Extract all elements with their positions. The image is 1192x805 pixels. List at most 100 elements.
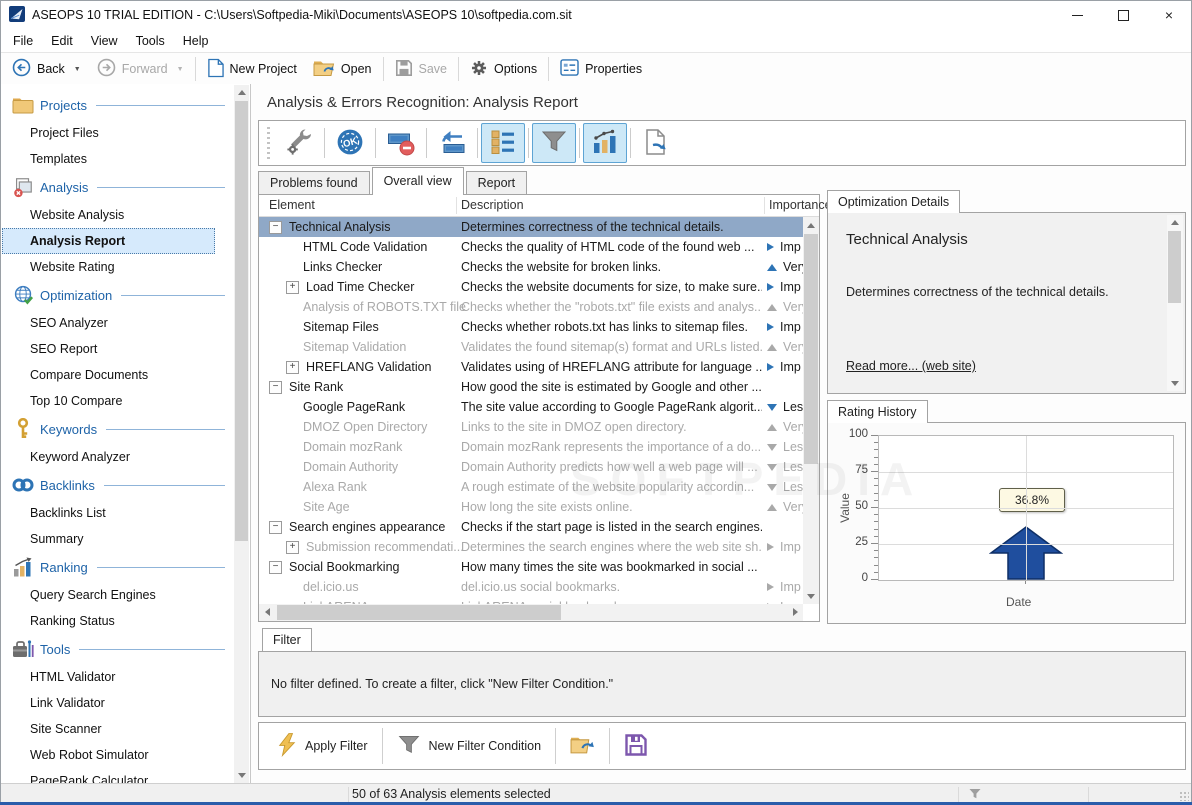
table-row[interactable]: +Load Time CheckerChecks the website doc…	[259, 277, 803, 297]
table-row[interactable]: Google PageRankThe site value according …	[259, 397, 803, 417]
table-row[interactable]: Sitemap FilesChecks whether robots.txt h…	[259, 317, 803, 337]
tab-report[interactable]: Report	[466, 171, 528, 195]
tab-filter[interactable]: Filter	[262, 628, 312, 651]
new-filter-condition-button[interactable]: New Filter Condition	[385, 726, 554, 766]
table-row[interactable]: Domain mozRankDomain mozRank represents …	[259, 437, 803, 457]
tab-rating-history[interactable]: Rating History	[827, 400, 928, 423]
table-row[interactable]: −Search engines appearanceChecks if the …	[259, 517, 803, 537]
ribbon-restore-button[interactable]	[430, 123, 474, 163]
load-filter-button[interactable]	[558, 726, 607, 766]
scrollbar-thumb[interactable]	[804, 234, 818, 464]
sidebar-item-seo-analyzer[interactable]: SEO Analyzer	[0, 310, 233, 336]
scrollbar-thumb[interactable]	[235, 101, 248, 541]
maximize-button[interactable]	[1100, 0, 1146, 30]
scroll-up-icon[interactable]	[1167, 215, 1182, 230]
close-button[interactable]: ×	[1146, 0, 1192, 30]
scroll-down-icon[interactable]	[234, 768, 249, 783]
apply-filter-button[interactable]: Apply Filter	[265, 726, 380, 766]
toolbar-open-button[interactable]: Open	[305, 56, 380, 82]
collapse-icon[interactable]: −	[269, 561, 282, 574]
column-separator[interactable]	[456, 197, 457, 214]
tab-optimization-details[interactable]: Optimization Details	[827, 190, 960, 213]
ribbon-chart-view-button[interactable]	[583, 123, 627, 163]
ribbon-export-button[interactable]	[634, 123, 678, 163]
sidebar-item-summary[interactable]: Summary	[0, 526, 233, 552]
sidebar-item-templates[interactable]: Templates	[0, 146, 233, 172]
tab-problems-found[interactable]: Problems found	[258, 171, 370, 195]
toolbar-properties-button[interactable]: Properties	[552, 56, 650, 82]
scroll-up-icon[interactable]	[803, 217, 819, 233]
scrollbar-thumb[interactable]	[1168, 231, 1181, 303]
menu-tools[interactable]: Tools	[127, 34, 174, 48]
column-header-importance[interactable]: Importance	[769, 198, 832, 212]
scroll-down-icon[interactable]	[1167, 376, 1182, 391]
table-row[interactable]: DMOZ Open DirectoryLinks to the site in …	[259, 417, 803, 437]
scroll-down-icon[interactable]	[803, 588, 819, 604]
menu-file[interactable]: File	[4, 34, 42, 48]
table-row[interactable]: Sitemap ValidationValidates the found si…	[259, 337, 803, 357]
toolbar-save-button[interactable]: Save	[387, 56, 456, 82]
scroll-right-icon[interactable]	[787, 604, 803, 620]
sidebar-item-web-robot-simulator[interactable]: Web Robot Simulator	[0, 742, 233, 768]
table-row[interactable]: Links CheckerChecks the website for brok…	[259, 257, 803, 277]
table-row[interactable]: −Site RankHow good the site is estimated…	[259, 377, 803, 397]
table-row[interactable]: LinkARENALinkARENA social bookmarks.Imp	[259, 597, 803, 604]
sidebar-section-analysis[interactable]: Analysis	[0, 172, 233, 202]
sidebar-section-keywords[interactable]: Keywords	[0, 414, 233, 444]
sidebar-section-ranking[interactable]: Ranking	[0, 552, 233, 582]
sidebar-item-website-rating[interactable]: Website Rating	[0, 254, 233, 280]
collapse-icon[interactable]: −	[269, 381, 282, 394]
sidebar-item-link-validator[interactable]: Link Validator	[0, 690, 233, 716]
menu-edit[interactable]: Edit	[42, 34, 82, 48]
sidebar-section-tools[interactable]: Tools	[0, 634, 233, 664]
tree-horizontal-scrollbar[interactable]	[259, 604, 803, 621]
chevron-down-icon[interactable]: ▼	[74, 66, 81, 73]
sidebar-section-projects[interactable]: Projects	[0, 90, 233, 120]
table-row[interactable]: Site AgeHow long the site exists online.…	[259, 497, 803, 517]
toolbar-options-button[interactable]: Options	[462, 56, 545, 82]
resize-grip[interactable]	[1179, 791, 1189, 801]
sidebar-item-website-analysis[interactable]: Website Analysis	[0, 202, 233, 228]
menu-view[interactable]: View	[82, 34, 127, 48]
expand-icon[interactable]: +	[286, 281, 299, 294]
sidebar-item-query-search-engines[interactable]: Query Search Engines	[0, 582, 233, 608]
sidebar-item-ranking-status[interactable]: Ranking Status	[0, 608, 233, 634]
sidebar-item-pagerank-calculator[interactable]: PageRank Calculator	[0, 768, 233, 784]
sidebar-item-site-scanner[interactable]: Site Scanner	[0, 716, 233, 742]
toolbar-drag-handle[interactable]	[267, 127, 270, 159]
sidebar-item-compare-documents[interactable]: Compare Documents	[0, 362, 233, 388]
collapse-icon[interactable]: −	[269, 521, 282, 534]
column-header-element[interactable]: Element	[269, 198, 315, 212]
sidebar-item-html-validator[interactable]: HTML Validator	[0, 664, 233, 690]
ribbon-filter-view-button[interactable]	[532, 123, 576, 163]
save-filter-button[interactable]	[612, 726, 660, 766]
sidebar-section-backlinks[interactable]: Backlinks	[0, 470, 233, 500]
scroll-up-icon[interactable]	[234, 85, 249, 100]
toolbar-back-button[interactable]: Back▼	[4, 56, 89, 82]
table-row[interactable]: del.icio.usdel.icio.us social bookmarks.…	[259, 577, 803, 597]
ribbon-remove-button[interactable]	[379, 123, 423, 163]
table-row[interactable]: Domain AuthorityDomain Authority predict…	[259, 457, 803, 477]
ribbon-settings-button[interactable]	[277, 123, 321, 163]
read-more-link[interactable]: Read more... (web site)	[846, 359, 976, 373]
sidebar-section-optimization[interactable]: Optimization	[0, 280, 233, 310]
table-row[interactable]: Analysis of ROBOTS.TXT fileChecks whethe…	[259, 297, 803, 317]
ribbon-mark-ok-button[interactable]: OK	[328, 123, 372, 163]
table-row[interactable]: +Submission recommendati...Determines th…	[259, 537, 803, 557]
expand-icon[interactable]: +	[286, 361, 299, 374]
tree-vertical-scrollbar[interactable]	[803, 217, 819, 604]
details-scrollbar[interactable]	[1167, 215, 1183, 391]
table-row[interactable]: Alexa RankA rough estimate of the websit…	[259, 477, 803, 497]
sidebar-item-keyword-analyzer[interactable]: Keyword Analyzer	[0, 444, 233, 470]
column-separator[interactable]	[764, 197, 765, 214]
table-row[interactable]: −Social BookmarkingHow many times the si…	[259, 557, 803, 577]
scrollbar-thumb[interactable]	[277, 605, 561, 620]
table-row[interactable]: +HREFLANG ValidationValidates using of H…	[259, 357, 803, 377]
scroll-left-icon[interactable]	[259, 604, 275, 620]
column-header-description[interactable]: Description	[461, 198, 524, 212]
sidebar-item-seo-report[interactable]: SEO Report	[0, 336, 233, 362]
sidebar-item-top-10-compare[interactable]: Top 10 Compare	[0, 388, 233, 414]
table-row[interactable]: −Technical AnalysisDetermines correctnes…	[259, 217, 803, 237]
sidebar-scrollbar[interactable]	[234, 85, 249, 783]
sidebar-item-project-files[interactable]: Project Files	[0, 120, 233, 146]
